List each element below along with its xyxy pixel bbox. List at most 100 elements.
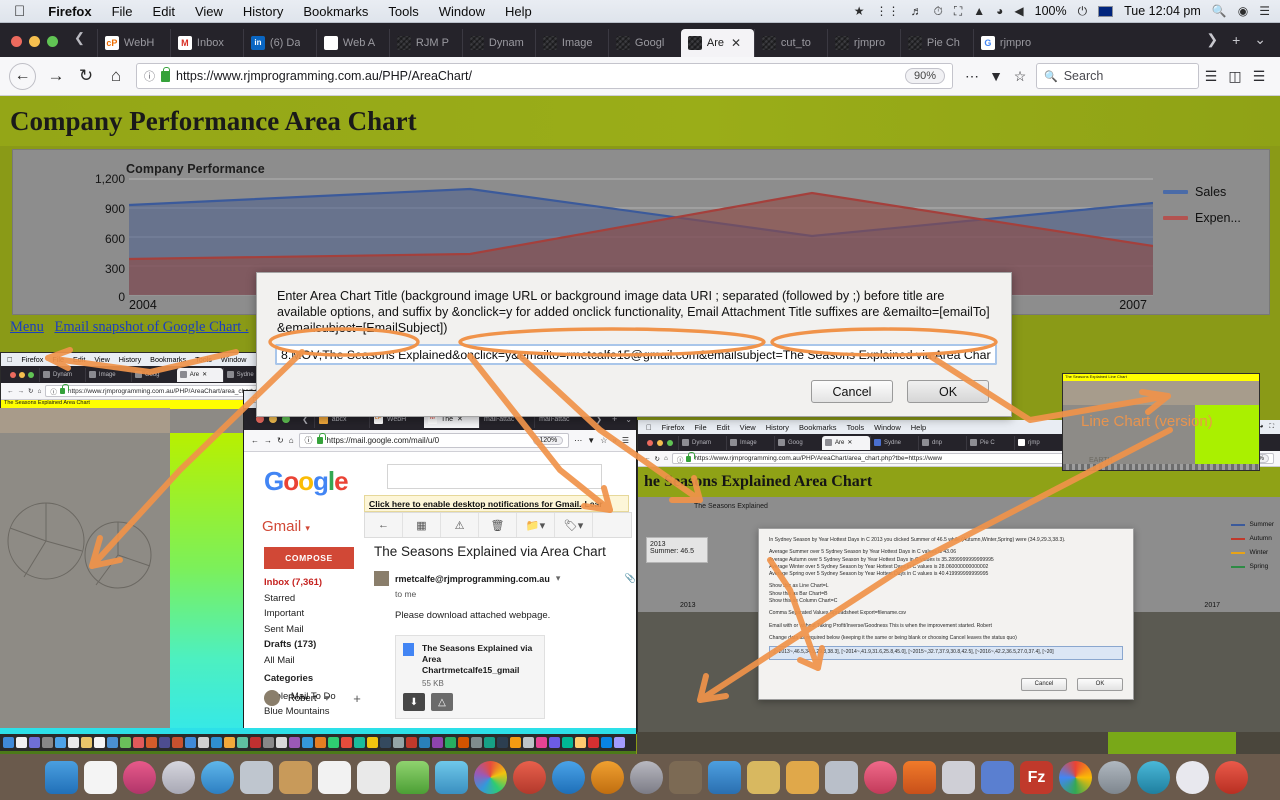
- appstore-icon[interactable]: [552, 760, 585, 794]
- bluetooth-icon[interactable]: ▲: [973, 4, 985, 18]
- browser-tab[interactable]: RJM P: [388, 29, 462, 57]
- calendar-icon[interactable]: [357, 760, 390, 794]
- minimize-window-button[interactable]: [29, 36, 40, 47]
- gmail-notification-banner[interactable]: Click here to enable desktop notificatio…: [364, 495, 629, 512]
- forward-arrow-icon[interactable]: →: [41, 61, 71, 91]
- preview-icon[interactable]: [435, 760, 468, 794]
- home-icon[interactable]: ⌂: [101, 61, 131, 91]
- sidebar-item-starred[interactable]: Starred: [264, 593, 364, 604]
- browser-tab[interactable]: Googl: [607, 29, 681, 57]
- search-input[interactable]: Search: [1064, 69, 1104, 83]
- menu-item-view[interactable]: View: [185, 4, 233, 19]
- textedit-icon[interactable]: [240, 760, 273, 794]
- page-info-icon[interactable]: ⓘ: [144, 68, 155, 84]
- paint-icon[interactable]: [786, 760, 819, 794]
- timemachine-icon[interactable]: ⏱: [933, 4, 942, 19]
- contacts-icon[interactable]: [279, 760, 312, 794]
- menu-item-window[interactable]: Window: [429, 4, 495, 19]
- library-icon[interactable]: ☰: [1199, 63, 1223, 89]
- page-actions-icon[interactable]: ⋯: [960, 63, 984, 89]
- menu-item-help[interactable]: Help: [495, 4, 542, 19]
- screen-share-icon[interactable]: ⛶: [954, 4, 962, 19]
- add-contact-icon[interactable]: +: [353, 691, 361, 706]
- menu-item-bookmarks[interactable]: Bookmarks: [293, 4, 378, 19]
- ok-button[interactable]: OK: [907, 380, 989, 403]
- browser-tab-active[interactable]: Are ✕: [680, 29, 754, 57]
- menu-item-history[interactable]: History: [233, 4, 293, 19]
- zoom-window-button[interactable]: [47, 36, 58, 47]
- star-bookmark-icon[interactable]: ☆: [1008, 63, 1032, 89]
- cancel-button[interactable]: Cancel: [811, 380, 893, 403]
- close-window-button[interactable]: [11, 36, 22, 47]
- misc-red-icon[interactable]: [1215, 760, 1248, 794]
- new-tab-icon[interactable]: +: [1232, 32, 1240, 48]
- sidebar-item-blue-mountains[interactable]: Blue Mountains: [264, 706, 364, 717]
- files-icon[interactable]: [708, 760, 741, 794]
- list-all-tabs-icon[interactable]: ⌄: [1254, 31, 1266, 48]
- menu-item-tools[interactable]: Tools: [378, 4, 428, 19]
- appstore-red-icon[interactable]: [513, 760, 546, 794]
- menu-item-file[interactable]: File: [102, 4, 143, 19]
- browser-tab[interactable]: ● Web A: [315, 29, 389, 57]
- browser-tab[interactable]: cP WebH: [96, 29, 170, 57]
- zoom-level-indicator[interactable]: 90%: [904, 68, 945, 84]
- gmail-recipient[interactable]: to me: [395, 589, 636, 599]
- photos-icon[interactable]: [123, 760, 156, 794]
- system-preferences-icon[interactable]: [474, 760, 507, 794]
- dots-icon[interactable]: ⋮⋮: [875, 4, 899, 18]
- launchpad-icon[interactable]: [162, 760, 195, 794]
- screenshot-icon[interactable]: [981, 760, 1014, 794]
- sidebar-item-drafts[interactable]: Drafts (173): [264, 639, 364, 650]
- pocket-icon[interactable]: ▼: [984, 63, 1008, 89]
- legend-item-sales[interactable]: Sales: [1163, 185, 1259, 199]
- sidebar-item-inbox[interactable]: Inbox (7,361): [264, 577, 364, 588]
- firefox-status-icon[interactable]: ★: [854, 4, 865, 18]
- close-icon[interactable]: ✕: [731, 36, 741, 50]
- safari-icon[interactable]: [201, 760, 234, 794]
- sidebar-item-categories[interactable]: Categories: [264, 673, 364, 684]
- gmail-notification-learn-more-link[interactable]: Lear: [585, 499, 603, 509]
- australia-flag-icon[interactable]: [1098, 5, 1114, 17]
- window-controls[interactable]: [0, 36, 70, 57]
- back-to-inbox-icon[interactable]: ←: [365, 513, 403, 537]
- browser-tab[interactable]: Grjmpro: [972, 29, 1046, 57]
- browser-tab[interactable]: rjmpro: [826, 29, 900, 57]
- menu-link[interactable]: Menu: [10, 319, 44, 335]
- prompt-input[interactable]: [275, 344, 997, 365]
- gmail-attachment-card[interactable]: The Seasons Explained via Area Chartrmet…: [395, 635, 545, 719]
- browser-tab[interactable]: in (6) Da: [242, 29, 316, 57]
- siri-icon[interactable]: ◉: [1238, 4, 1248, 18]
- chrome-icon[interactable]: [1059, 760, 1092, 794]
- menubar-clock[interactable]: Tue 12:04 pm: [1124, 4, 1201, 18]
- sidebar-item-sent-mail[interactable]: Sent Mail: [264, 624, 364, 635]
- finder-icon[interactable]: [45, 760, 78, 794]
- browser-tab[interactable]: cut_to: [753, 29, 827, 57]
- save-to-drive-icon[interactable]: △: [431, 693, 453, 711]
- apple-icon[interactable]: : [0, 4, 38, 19]
- gmail-compose-button[interactable]: COMPOSE: [264, 547, 354, 569]
- address-bar[interactable]: ⓘ https://www.rjmprogramming.com.au/PHP/…: [136, 63, 953, 89]
- sidebar-item-important[interactable]: Important: [264, 608, 364, 619]
- hamburger-menu-icon[interactable]: ☰: [1247, 63, 1271, 89]
- tab-scroll-right-icon[interactable]: ❯: [1206, 31, 1218, 48]
- firefox-dock-icon[interactable]: [903, 760, 936, 794]
- browser-tab[interactable]: Dynam: [461, 29, 535, 57]
- legend-item-expenses[interactable]: Expen...: [1163, 211, 1259, 225]
- airplay-audio-icon[interactable]: ♬: [910, 4, 922, 18]
- filezilla-icon[interactable]: Fz: [1020, 760, 1053, 794]
- opera-icon[interactable]: [1098, 760, 1131, 794]
- reload-icon[interactable]: ↻: [71, 61, 101, 91]
- terminal-icon[interactable]: [669, 760, 702, 794]
- browser-tab[interactable]: Image: [534, 29, 608, 57]
- battery-charging-icon[interactable]: ⏻: [1078, 4, 1088, 19]
- pages-icon[interactable]: [84, 760, 117, 794]
- spotlight-search-icon[interactable]: 🔍: [1212, 4, 1227, 18]
- sidebar-icon[interactable]: ◫: [1223, 63, 1247, 89]
- disc-icon[interactable]: [630, 760, 663, 794]
- back-arrow-icon[interactable]: ←: [9, 62, 36, 90]
- numbers-icon[interactable]: [396, 760, 429, 794]
- archive-icon[interactable]: ▦: [403, 513, 441, 537]
- notification-center-icon[interactable]: ☰: [1259, 4, 1270, 18]
- blocked-icon[interactable]: [1176, 760, 1209, 794]
- gmail-account-chip[interactable]: Robert ▾ +: [264, 690, 361, 706]
